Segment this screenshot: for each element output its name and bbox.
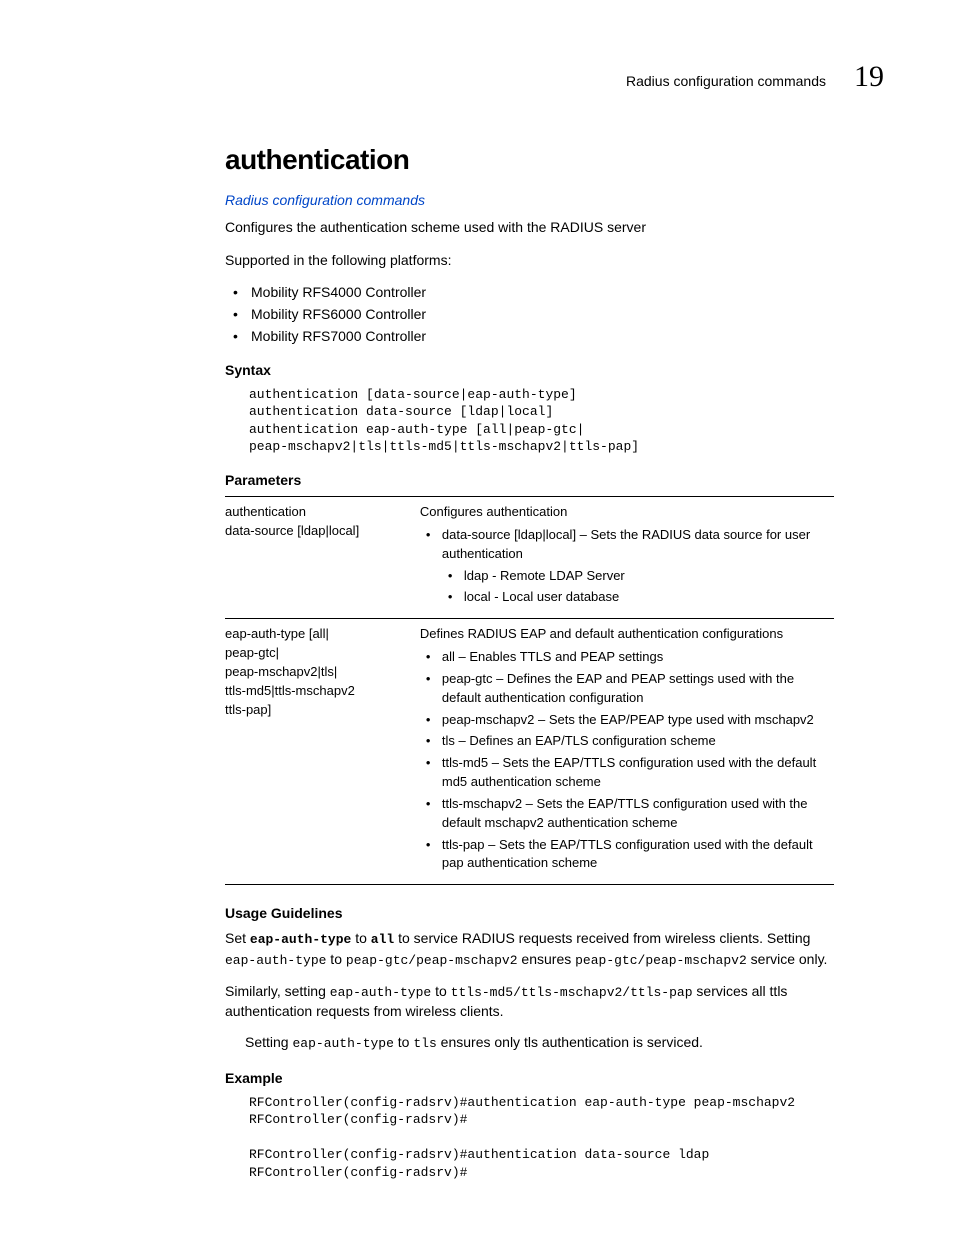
supported-text: Supported in the following platforms: xyxy=(225,251,834,270)
header-section: Radius configuration commands xyxy=(626,73,826,89)
parameters-heading: Parameters xyxy=(225,472,834,488)
usage-paragraph: Similarly, setting eap-auth-type to ttls… xyxy=(225,982,834,1022)
usage-paragraph-indent: Setting eap-auth-type to tls ensures onl… xyxy=(245,1033,834,1053)
param-key: eap-auth-type [all| peap-gtc| peap-mscha… xyxy=(225,625,420,876)
parameters-table: authentication data-source [ldap|local] … xyxy=(225,496,834,885)
param-description: Defines RADIUS EAP and default authentic… xyxy=(420,625,834,876)
intro-text: Configures the authentication scheme use… xyxy=(225,218,834,237)
chapter-number: 19 xyxy=(854,60,884,94)
page-header: Radius configuration commands 19 xyxy=(60,60,894,94)
usage-paragraph: Set eap-auth-type to all to service RADI… xyxy=(225,929,834,969)
list-item: Mobility RFS7000 Controller xyxy=(229,328,834,344)
page-title: authentication xyxy=(225,144,834,176)
usage-heading: Usage Guidelines xyxy=(225,905,834,921)
table-row: authentication data-source [ldap|local] … xyxy=(225,496,834,618)
breadcrumb-link[interactable]: Radius configuration commands xyxy=(225,192,834,208)
list-item: Mobility RFS4000 Controller xyxy=(229,284,834,300)
param-key: authentication data-source [ldap|local] xyxy=(225,503,420,610)
example-code: RFController(config-radsrv)#authenticati… xyxy=(249,1094,834,1182)
platform-list: Mobility RFS4000 Controller Mobility RFS… xyxy=(229,284,834,344)
syntax-code: authentication [data-source|eap-auth-typ… xyxy=(249,386,834,456)
table-row: eap-auth-type [all| peap-gtc| peap-mscha… xyxy=(225,618,834,885)
example-heading: Example xyxy=(225,1070,834,1086)
param-description: Configures authentication data-source [l… xyxy=(420,503,834,610)
list-item: Mobility RFS6000 Controller xyxy=(229,306,834,322)
syntax-heading: Syntax xyxy=(225,362,834,378)
